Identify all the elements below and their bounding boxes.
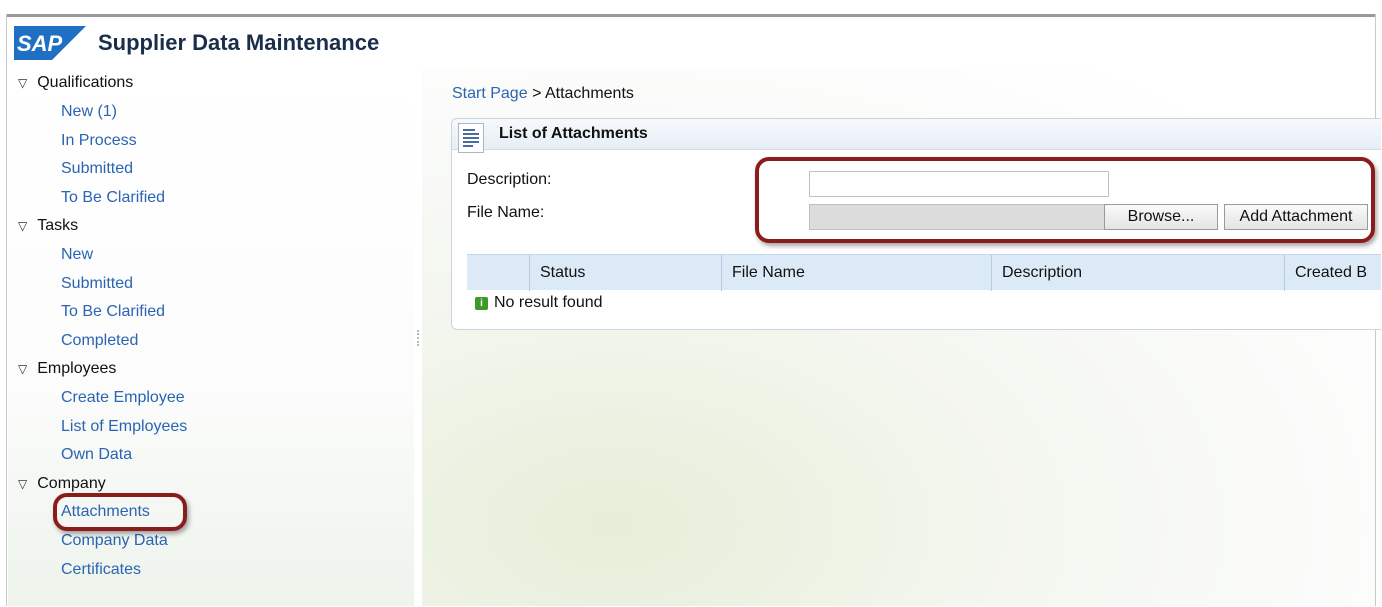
attachments-highlight-box [53, 493, 187, 531]
sidebar-group-label: Qualifications [37, 74, 134, 91]
app-header: SAP Supplier Data Maintenance [14, 22, 379, 64]
upload-fields-highlight-box [755, 157, 1375, 243]
sidebar-group-label: Employees [37, 360, 117, 377]
description-label: Description: [467, 171, 552, 188]
column-header-created-by[interactable]: Created B [1284, 255, 1381, 291]
sidebar-item-to-be-clarified[interactable]: To Be Clarified [61, 184, 165, 213]
sidebar-item-tasks-to-be-clarified[interactable]: To Be Clarified [61, 298, 165, 327]
column-header-description[interactable]: Description [991, 255, 1284, 291]
sidebar-item-own-data[interactable]: Own Data [61, 441, 132, 470]
splitter-handle[interactable] [417, 330, 421, 346]
sidebar-item-tasks-completed[interactable]: Completed [61, 327, 138, 356]
info-icon: i [475, 296, 488, 310]
attachments-table-header: Status File Name Description Created B [467, 254, 1381, 291]
sidebar-item-create-employee[interactable]: Create Employee [61, 384, 185, 413]
document-list-icon [458, 123, 484, 153]
expand-triangle-icon: ▽ [18, 362, 28, 376]
column-header-select[interactable] [467, 255, 529, 291]
sidebar-group-label: Tasks [37, 217, 79, 234]
sidebar-item-tasks-submitted[interactable]: Submitted [61, 270, 133, 299]
sidebar-group-employees[interactable]: ▽ Employees [18, 355, 116, 384]
app-title: Supplier Data Maintenance [98, 30, 380, 55]
expand-triangle-icon: ▽ [18, 219, 28, 233]
sap-logo: SAP [14, 26, 86, 60]
no-result-text: No result found [494, 294, 603, 311]
sidebar-item-submitted[interactable]: Submitted [61, 155, 133, 184]
sidebar-item-in-process[interactable]: In Process [61, 127, 137, 156]
sidebar-item-list-of-employees[interactable]: List of Employees [61, 413, 187, 442]
breadcrumb-current: Attachments [544, 85, 634, 102]
expand-triangle-icon: ▽ [18, 477, 28, 491]
sidebar-item-certificates[interactable]: Certificates [61, 556, 141, 585]
column-header-status[interactable]: Status [529, 255, 721, 291]
column-header-file-name[interactable]: File Name [721, 255, 991, 291]
sidebar-item-new[interactable]: New (1) [61, 98, 117, 127]
panel-title: List of Attachments [499, 125, 648, 142]
panel-header: List of Attachments [452, 119, 1381, 153]
breadcrumb: Start Page > Attachments [452, 85, 634, 103]
logo-text: SAP [17, 31, 63, 56]
breadcrumb-separator: > [532, 85, 542, 102]
sidebar-item-tasks-new[interactable]: New [61, 241, 93, 270]
sidebar-group-qualifications[interactable]: ▽ Qualifications [18, 69, 133, 98]
file-name-label: File Name: [467, 204, 545, 221]
expand-triangle-icon: ▽ [18, 76, 28, 90]
sidebar-item-company-data[interactable]: Company Data [61, 527, 168, 556]
empty-table-message: i No result found [475, 294, 603, 312]
sidebar-group-tasks[interactable]: ▽ Tasks [18, 212, 78, 241]
breadcrumb-link-start-page[interactable]: Start Page [452, 85, 528, 102]
